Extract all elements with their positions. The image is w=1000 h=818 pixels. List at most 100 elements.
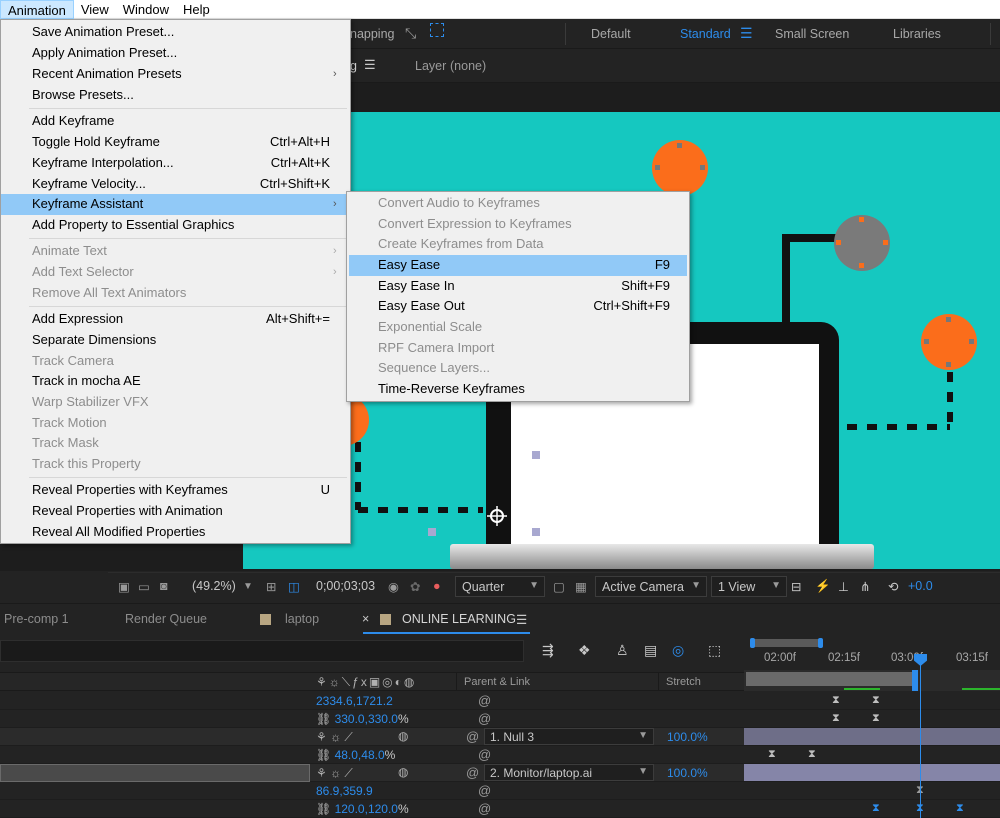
comp-panel-menu-icon[interactable]: ☰	[364, 57, 376, 73]
menu-item-track-motion[interactable]: Track Motion	[1, 413, 350, 434]
link-icon[interactable]: ⛓	[316, 802, 331, 816]
keyframe-icon[interactable]: ⧗	[872, 803, 880, 814]
transparency-grid-icon[interactable]: ▦	[575, 579, 587, 594]
menu-item-easy-ease[interactable]: Easy Ease F9	[349, 255, 687, 276]
link-icon[interactable]: ⛓	[316, 748, 331, 762]
adjustment-icon[interactable]: ◍	[398, 729, 408, 743]
menu-item-track-camera[interactable]: Track Camera	[1, 351, 350, 372]
current-time-indicator[interactable]	[920, 654, 921, 818]
adjustment-icon[interactable]: ◍	[398, 765, 408, 779]
monitor-icon[interactable]: ▭	[138, 579, 150, 594]
menu-item-recent-animation-presets[interactable]: Recent Animation Presets ›	[1, 64, 350, 85]
menu-item-add-expression[interactable]: Add Expression Alt+Shift+=	[1, 309, 350, 330]
comp-flow-icon[interactable]: ⇶	[542, 642, 554, 659]
menu-item-keyframe-assistant[interactable]: Keyframe Assistant ›	[1, 194, 350, 215]
scale-value[interactable]: 48.0,48.0	[335, 748, 385, 762]
chevron-down-icon[interactable]: ▼	[243, 581, 253, 592]
keyframe-icon[interactable]: ⧗	[872, 695, 880, 706]
parent-dropdown[interactable]: 2. Monitor/laptop.ai ▼	[484, 764, 654, 781]
menu-item-easy-ease-in[interactable]: Easy Ease In Shift+F9	[347, 276, 689, 297]
menu-view[interactable]: View	[74, 0, 116, 19]
pickwhip-icon[interactable]: @	[478, 711, 491, 726]
menu-item-keyframe-interpolation[interactable]: Keyframe Interpolation... Ctrl+Alt+K	[1, 153, 350, 174]
workspace-small-screen[interactable]: Small Screen	[775, 27, 849, 41]
menu-item-track-this-property[interactable]: Track this Property	[1, 454, 350, 475]
region-of-interest-icon[interactable]: ▢	[553, 579, 565, 594]
view-layout-dropdown[interactable]: 1 View ▼	[711, 576, 787, 597]
keyframe-track[interactable]: ⧗ ⧗	[744, 746, 1000, 764]
parent-dropdown[interactable]: 1. Null 3 ▼	[484, 728, 654, 745]
layer-name-field[interactable]	[0, 764, 310, 782]
menu-item-rpf-camera-import[interactable]: RPF Camera Import	[347, 338, 689, 359]
timeline-icon[interactable]: ⊥	[838, 579, 849, 594]
comp-tab-fragment[interactable]: g	[350, 59, 357, 73]
property-row[interactable]: ⛓ 48.0,48.0% @	[0, 746, 744, 764]
menu-item-animate-text[interactable]: Animate Text ›	[1, 241, 350, 262]
keyframe-icon[interactable]: ⧗	[768, 749, 776, 760]
parent-link-header[interactable]: Parent & Link	[464, 676, 530, 688]
menu-item-track-mask[interactable]: Track Mask	[1, 433, 350, 454]
shy-layers-icon[interactable]: ♙	[616, 642, 629, 659]
property-value[interactable]: 2334.6,1721.2	[316, 694, 393, 708]
keyframe-track[interactable]: ⧗ ⧗	[744, 710, 1000, 728]
property-value[interactable]: ⛓ 120.0,120.0%	[316, 802, 409, 816]
pickwhip-icon[interactable]: @	[466, 765, 479, 780]
menu-item-easy-ease-out[interactable]: Easy Ease Out Ctrl+Shift+F9	[347, 296, 689, 317]
exposure-value[interactable]: +0.0	[908, 579, 933, 593]
tab-online-learning[interactable]: ONLINE LEARNING	[402, 612, 516, 626]
menu-item-create-keyframes-from-data[interactable]: Create Keyframes from Data	[347, 234, 689, 255]
link-icon[interactable]: ⛓	[316, 712, 331, 726]
menu-item-add-text-selector[interactable]: Add Text Selector ›	[1, 262, 350, 283]
menu-animation[interactable]: Animation	[0, 0, 74, 19]
stretch-value[interactable]: 100.0%	[667, 766, 708, 780]
pickwhip-icon[interactable]: @	[478, 801, 491, 816]
menu-item-convert-audio[interactable]: Convert Audio to Keyframes	[347, 193, 689, 214]
magnification-dropdown[interactable]: (49.2%)	[192, 579, 236, 593]
scale-value[interactable]: 120.0,120.0	[335, 802, 398, 816]
workspace-libraries[interactable]: Libraries	[893, 27, 941, 41]
panel-menu-icon[interactable]: ☰	[516, 612, 527, 627]
menu-item-warp-stabilizer[interactable]: Warp Stabilizer VFX	[1, 392, 350, 413]
menu-item-add-property-essential-graphics[interactable]: Add Property to Essential Graphics	[1, 215, 350, 236]
camera-view-dropdown[interactable]: Active Camera ▼	[595, 576, 707, 597]
keyframe-icon[interactable]: ⧗	[808, 749, 816, 760]
menu-item-remove-all-text-animators[interactable]: Remove All Text Animators	[1, 283, 350, 304]
pickwhip-icon[interactable]: @	[478, 693, 491, 708]
always-preview-icon[interactable]: ▣	[118, 579, 130, 594]
time-ruler[interactable]: 02:00f 02:15f 03:00f 03:15f	[744, 634, 1000, 670]
keyframe-track[interactable]: ⧗ ⧗	[744, 692, 1000, 710]
menu-item-exponential-scale[interactable]: Exponential Scale	[347, 317, 689, 338]
tab-pre-comp-1[interactable]: Pre-comp 1	[4, 612, 69, 626]
draft-3d-icon[interactable]: ❖	[578, 642, 591, 659]
pickwhip-icon[interactable]: @	[466, 729, 479, 744]
menu-window[interactable]: Window	[116, 0, 176, 19]
layer-row[interactable]: ⚘ ☼ ⟋ ◍ @ 1. Null 3 ▼ 100.0%	[0, 728, 744, 746]
menu-item-sequence-layers[interactable]: Sequence Layers...	[347, 358, 689, 379]
work-area-bar[interactable]	[752, 639, 822, 647]
graph-editor-icon[interactable]: ⬚	[708, 642, 721, 659]
property-row[interactable]: 86.9,359.9 @	[0, 782, 744, 800]
snap-magnet-icon[interactable]: ⤡	[405, 25, 416, 42]
menu-item-keyframe-velocity[interactable]: Keyframe Velocity... Ctrl+Shift+K	[1, 174, 350, 195]
toggle-mask-icon[interactable]: ◫	[288, 579, 300, 594]
menu-item-browse-presets[interactable]: Browse Presets...	[1, 85, 350, 106]
layer-panel-label[interactable]: Layer	[415, 59, 446, 73]
resolution-dropdown[interactable]: Quarter ▼	[455, 576, 545, 597]
motion-blur-icon[interactable]: ◎	[672, 642, 684, 659]
work-area-end[interactable]	[818, 638, 823, 648]
pickwhip-icon[interactable]: @	[478, 747, 491, 762]
menu-item-separate-dimensions[interactable]: Separate Dimensions	[1, 330, 350, 351]
menu-item-track-in-mocha[interactable]: Track in mocha AE	[1, 371, 350, 392]
channel-icon[interactable]: ●	[433, 579, 441, 593]
timeline-search-input[interactable]	[0, 640, 524, 662]
menu-item-save-animation-preset[interactable]: Save Animation Preset...	[1, 22, 350, 43]
keyframe-icon[interactable]: ⧗	[872, 713, 880, 724]
layer-duration-bar[interactable]	[744, 728, 1000, 746]
workspace-default[interactable]: Default	[591, 27, 631, 41]
property-row[interactable]: ⛓ 120.0,120.0% @	[0, 800, 744, 818]
mask-visibility-icon[interactable]: ◙	[160, 579, 168, 593]
current-time-display[interactable]: 0;00;03;03	[316, 579, 375, 593]
stretch-value[interactable]: 100.0%	[667, 730, 708, 744]
scale-value[interactable]: 330.0,330.0	[335, 712, 398, 726]
menu-help[interactable]: Help	[176, 0, 217, 19]
